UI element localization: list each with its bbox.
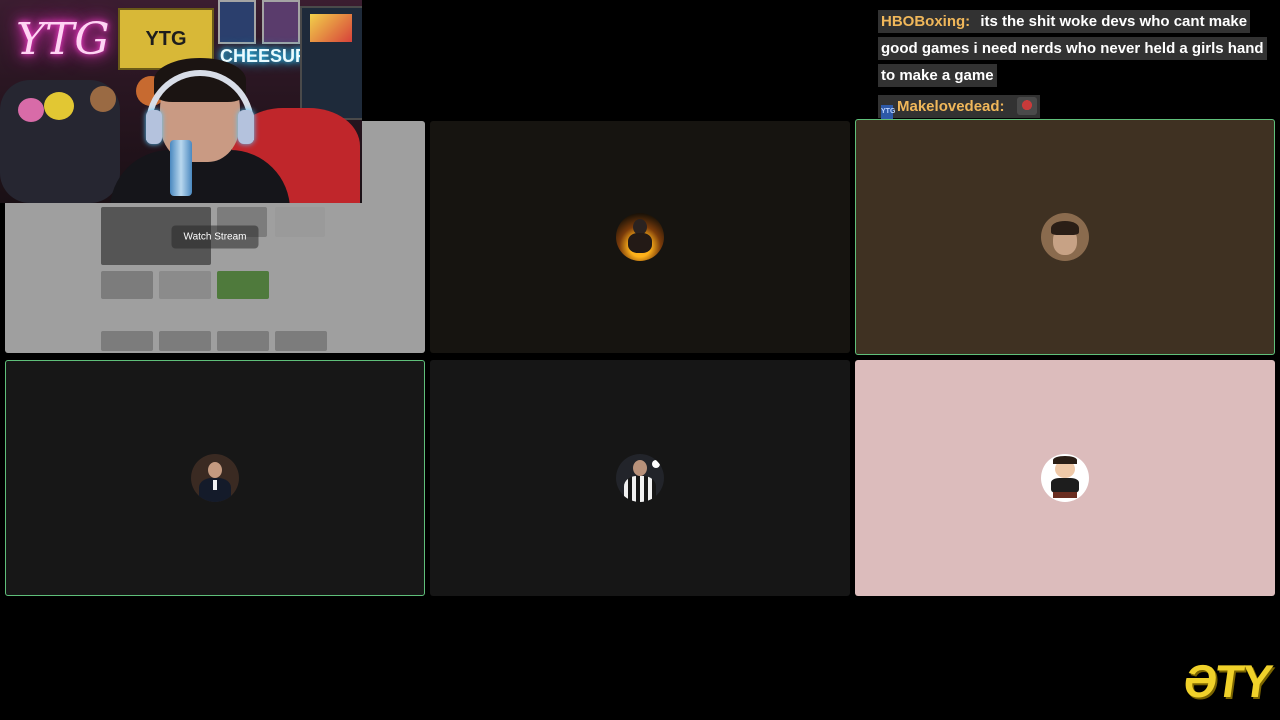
watch-stream-button[interactable]: Watch Stream xyxy=(171,225,259,249)
preview-thumbnail xyxy=(159,271,211,299)
preview-thumbnail xyxy=(217,331,269,351)
participant-tile[interactable] xyxy=(855,360,1275,596)
preview-thumbnail xyxy=(217,271,269,299)
preview-thumbnail xyxy=(275,207,325,237)
drink-can xyxy=(170,140,192,196)
channel-badge-icon: YTG xyxy=(881,105,895,119)
preview-thumbnail xyxy=(101,331,153,351)
participant-avatar xyxy=(616,454,664,502)
participant-avatar xyxy=(616,213,664,261)
stream-layout: YTG YTG CHEESUR Watch Stream HBOBoxing: … xyxy=(0,0,1280,720)
chat-overlay: HBOBoxing: its the shit woke devs who ca… xyxy=(878,8,1278,124)
participant-tile[interactable] xyxy=(5,360,425,596)
plush-toy xyxy=(44,92,74,120)
chat-message: YTG Makelovedead: xyxy=(878,93,1278,120)
chat-message: HBOBoxing: its the shit woke devs who ca… xyxy=(878,8,1278,89)
participant-tile[interactable] xyxy=(430,360,850,596)
participant-tile[interactable] xyxy=(855,119,1275,355)
wall-poster xyxy=(262,0,300,44)
channel-logo: ƏTY xyxy=(1180,655,1274,707)
participant-avatar xyxy=(1041,213,1089,261)
chat-username: HBOBoxing: xyxy=(881,13,971,30)
preview-thumbnail xyxy=(275,331,327,351)
headset-earcup xyxy=(146,110,162,144)
participant-tile[interactable] xyxy=(430,121,850,353)
headset-earcup xyxy=(238,110,254,144)
preview-thumbnail xyxy=(101,271,153,299)
wall-poster xyxy=(218,0,256,44)
preview-thumbnail xyxy=(159,331,211,351)
plush-toy xyxy=(18,98,44,122)
webcam-overlay: YTG YTG CHEESUR xyxy=(0,0,362,203)
participant-avatar xyxy=(1041,454,1089,502)
participant-avatar xyxy=(191,454,239,502)
plush-toy xyxy=(90,86,116,112)
chat-username: Makelovedead: xyxy=(897,98,1005,115)
neon-ytg-sign: YTG xyxy=(16,14,110,65)
chat-emote-icon xyxy=(1016,97,1037,115)
arcade-cabinet xyxy=(300,6,362,120)
